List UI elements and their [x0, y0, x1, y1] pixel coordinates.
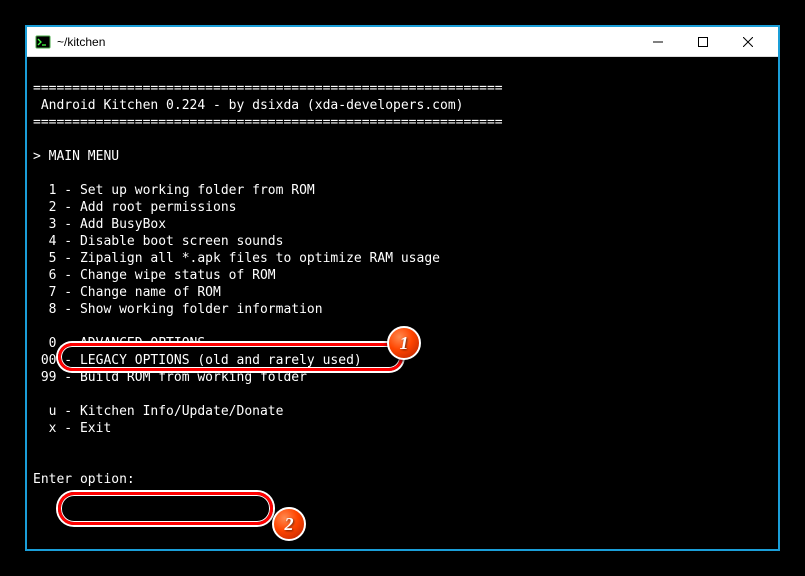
- minimize-button[interactable]: [635, 28, 680, 56]
- menu-item: 5 - Zipalign all *.apk files to optimize…: [33, 251, 440, 266]
- separator-line: ========================================…: [33, 115, 503, 130]
- menu-item: 1 - Set up working folder from ROM: [33, 183, 315, 198]
- menu-item: 2 - Add root permissions: [33, 200, 237, 215]
- menu-item: 7 - Change name of ROM: [33, 285, 221, 300]
- terminal-body[interactable]: ========================================…: [27, 57, 778, 549]
- menu-item: x - Exit: [33, 421, 111, 436]
- menu-item: 8 - Show working folder information: [33, 302, 323, 317]
- close-button[interactable]: [725, 28, 770, 56]
- window-title: ~/kitchen: [57, 35, 105, 49]
- app-icon: [35, 34, 51, 50]
- menu-item-advanced: 0 - ADVANCED OPTIONS: [33, 336, 205, 351]
- menu-item: 99 - Build ROM from working folder: [33, 370, 307, 385]
- titlebar: ~/kitchen: [27, 27, 778, 57]
- separator-line: ========================================…: [33, 81, 503, 96]
- menu-item: 3 - Add BusyBox: [33, 217, 166, 232]
- maximize-button[interactable]: [680, 28, 725, 56]
- menu-item: 4 - Disable boot screen sounds: [33, 234, 283, 249]
- menu-item: 00 - LEGACY OPTIONS (old and rarely used…: [33, 353, 362, 368]
- app-header: Android Kitchen 0.224 - by dsixda (xda-d…: [33, 98, 463, 113]
- menu-item: 6 - Change wipe status of ROM: [33, 268, 276, 283]
- input-prompt[interactable]: Enter option:: [33, 472, 135, 487]
- menu-item: u - Kitchen Info/Update/Donate: [33, 404, 283, 419]
- terminal-window: ~/kitchen ==============================…: [25, 25, 780, 551]
- menu-title: > MAIN MENU: [33, 149, 119, 164]
